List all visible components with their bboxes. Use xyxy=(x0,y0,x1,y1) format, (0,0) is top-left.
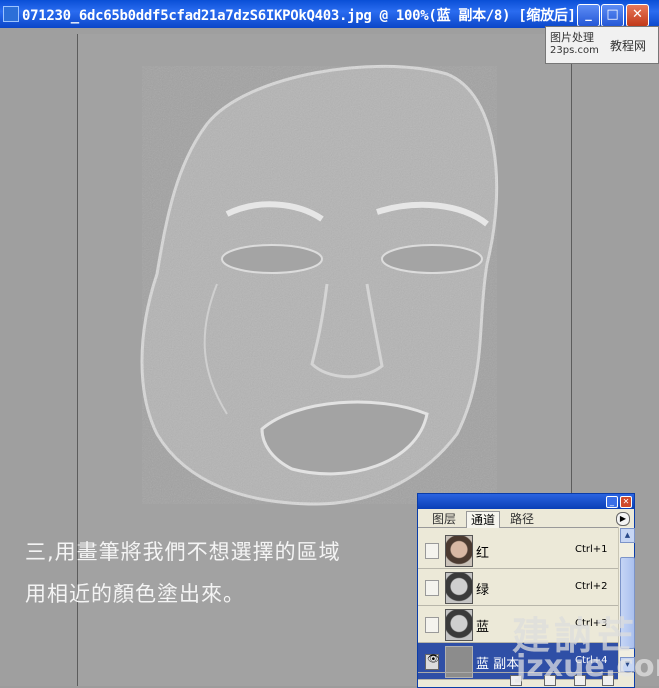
channel-thumbnail xyxy=(445,535,473,567)
channel-row-red[interactable]: 红 Ctrl+1 xyxy=(418,532,618,569)
window-title: 071230_6dc65b0ddf5cfad21a7dzS6IKPOkQ403.… xyxy=(22,8,576,24)
caption-line-2: 用相近的顏色塗出來。 xyxy=(25,582,245,606)
panel-menu-icon[interactable]: ▶ xyxy=(616,512,630,526)
app-icon[interactable] xyxy=(3,6,19,22)
channel-name: 蓝 xyxy=(476,620,490,635)
maximize-button[interactable]: □ xyxy=(601,4,624,27)
window-titlebar[interactable]: 071230_6dc65b0ddf5cfad21a7dzS6IKPOkQ403.… xyxy=(0,0,659,28)
eye-icon: 👁 xyxy=(427,654,440,665)
visibility-toggle[interactable] xyxy=(425,580,439,596)
tab-layers[interactable]: 图层 xyxy=(428,511,460,527)
watermark-line1: 图片处理 xyxy=(550,31,594,44)
channel-thumbnail xyxy=(445,609,473,641)
tab-channels[interactable]: 通道 xyxy=(466,511,501,528)
channel-name: 绿 xyxy=(476,583,490,598)
watermark-url: jzxue.com xyxy=(516,649,659,684)
panel-close-button[interactable]: ✕ xyxy=(620,496,632,508)
channel-shortcut: Ctrl+2 xyxy=(575,581,608,592)
channel-shortcut: Ctrl+1 xyxy=(575,544,608,555)
panel-titlebar[interactable]: _ ✕ xyxy=(418,494,634,509)
caption-line-1: 三,用畫筆將我們不想選擇的區域 xyxy=(25,540,341,564)
corner-watermark: 图片处理 23ps.com 教程网 xyxy=(545,26,659,64)
channel-thumbnail xyxy=(445,572,473,604)
scroll-up-icon[interactable]: ▲ xyxy=(620,528,635,543)
channel-name: 红 xyxy=(476,546,490,561)
watermark-line2: 23ps.com xyxy=(550,45,599,56)
channel-row-green[interactable]: 绿 Ctrl+2 xyxy=(418,569,618,606)
tab-paths[interactable]: 路径 xyxy=(506,511,538,527)
watermark-line3: 教程网 xyxy=(610,39,647,53)
site-watermark: 建訥芒 jzxue.com xyxy=(512,605,659,686)
minimize-button[interactable]: _ xyxy=(577,4,600,27)
close-button[interactable]: ✕ xyxy=(626,4,649,27)
visibility-toggle[interactable] xyxy=(425,543,439,559)
panel-tabs: 图层 通道 路径 ▶ xyxy=(418,509,634,528)
visibility-toggle[interactable] xyxy=(425,617,439,633)
panel-minimize-button[interactable]: _ xyxy=(606,496,618,508)
